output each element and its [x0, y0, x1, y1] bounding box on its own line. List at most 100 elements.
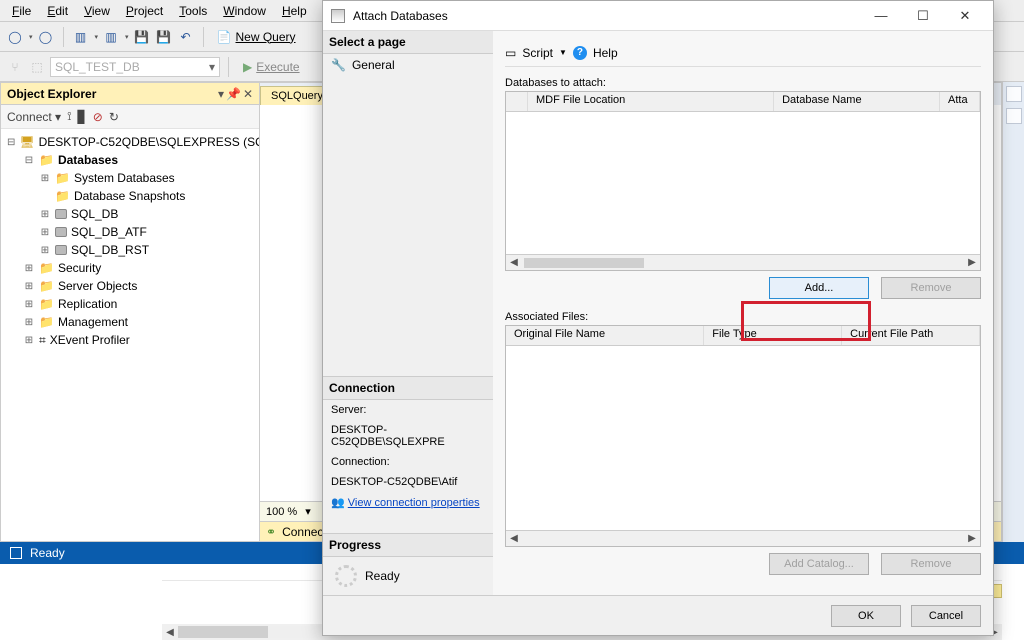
- help-button[interactable]: Help: [593, 46, 618, 60]
- scroll-left-arrow[interactable]: ◀: [162, 627, 178, 638]
- grid2-hscroll[interactable]: ◀▶: [506, 530, 980, 546]
- attach-databases-dialog: Attach Databases — ☐ ✕ Select a page 🔧 G…: [322, 0, 994, 636]
- new-file-button[interactable]: ▥: [72, 28, 90, 46]
- progress-value: Ready: [365, 569, 400, 583]
- associated-files-grid[interactable]: Original File Name File Type Current Fil…: [505, 325, 981, 547]
- scroll-thumb[interactable]: [178, 626, 268, 638]
- dialog-title: Attach Databases: [353, 9, 448, 23]
- dropdown-icon[interactable]: ▾: [218, 87, 224, 101]
- remove-button[interactable]: Remove: [881, 277, 981, 299]
- tree-security[interactable]: ⊞📁Security: [1, 259, 259, 277]
- object-explorer-panel: Object Explorer ▾ 📌 ✕ Connect ▾ ⟟ ▊ ⊘ ↻ …: [0, 82, 260, 542]
- database-selector[interactable]: SQL_TEST_DB▾: [50, 57, 220, 77]
- forward-button[interactable]: ◯: [37, 28, 55, 46]
- zoom-level[interactable]: 100 %: [266, 506, 297, 518]
- gutter-item[interactable]: [1006, 86, 1022, 102]
- cancel-button[interactable]: Cancel: [911, 605, 981, 627]
- menu-help[interactable]: Help: [274, 2, 315, 20]
- col-dbname[interactable]: Database Name: [774, 92, 940, 111]
- progress-header: Progress: [323, 533, 493, 557]
- tree-db-atf[interactable]: ⊞SQL_DB_ATF: [1, 223, 259, 241]
- page-general[interactable]: 🔧 General: [323, 54, 493, 76]
- col-orig[interactable]: Original File Name: [506, 326, 704, 345]
- add-catalog-button[interactable]: Add Catalog...: [769, 553, 869, 575]
- col-curpath[interactable]: Current File Path: [842, 326, 980, 345]
- menu-project[interactable]: Project: [118, 2, 171, 20]
- connect-button[interactable]: Connect ▾: [7, 110, 61, 124]
- open-button[interactable]: ▥: [102, 28, 120, 46]
- play-icon: ▶: [243, 60, 252, 74]
- col-ftype[interactable]: File Type: [704, 326, 842, 345]
- connection-value: DESKTOP-C52QDBE\Atif: [323, 472, 493, 492]
- status-text: Ready: [30, 546, 65, 560]
- tree-system-databases[interactable]: ⊞📁System Databases: [1, 169, 259, 187]
- dialog-footer: OK Cancel: [323, 595, 993, 635]
- tree-db-rst[interactable]: ⊞SQL_DB_RST: [1, 241, 259, 259]
- undo-button[interactable]: ↶: [177, 28, 195, 46]
- right-toolbox-gutter: [1002, 82, 1024, 542]
- sync-icon[interactable]: ↻: [109, 110, 119, 124]
- maximize-button[interactable]: ☐: [903, 4, 943, 28]
- gutter-item[interactable]: [1006, 108, 1022, 124]
- script-button[interactable]: Script: [522, 46, 553, 60]
- menu-edit[interactable]: Edit: [39, 2, 76, 20]
- back-button[interactable]: ◯: [6, 28, 24, 46]
- grid1-hscroll[interactable]: ◀▶: [506, 254, 980, 270]
- close-button[interactable]: ✕: [945, 4, 985, 28]
- new-query-icon: 📄: [217, 30, 232, 44]
- object-tree[interactable]: ⊟🖥DESKTOP-C52QDBE\SQLEXPRESS (SQL ⊟📁Data…: [1, 129, 259, 541]
- spinner-icon: [335, 565, 357, 587]
- tree-server-node[interactable]: ⊟🖥DESKTOP-C52QDBE\SQLEXPRESS (SQL: [1, 133, 259, 151]
- close-icon[interactable]: ✕: [243, 87, 253, 101]
- remove-file-button[interactable]: Remove: [881, 553, 981, 575]
- select-page-header: Select a page: [323, 31, 493, 54]
- ok-button[interactable]: OK: [831, 605, 901, 627]
- tree-xevent[interactable]: ⊞⌗XEvent Profiler: [1, 331, 259, 349]
- server-value: DESKTOP-C52QDBE\SQLEXPRE: [323, 420, 493, 452]
- col-attach[interactable]: Atta: [940, 92, 980, 111]
- connection-header: Connection: [323, 376, 493, 400]
- databases-to-attach-label: Databases to attach:: [505, 77, 981, 89]
- stop-icon[interactable]: ⊘: [93, 110, 103, 124]
- grid1-header: MDF File Location Database Name Atta: [506, 92, 980, 112]
- menu-tools[interactable]: Tools: [171, 2, 215, 20]
- col-mdf[interactable]: MDF File Location: [528, 92, 774, 111]
- script-dropdown[interactable]: ▼: [559, 48, 567, 57]
- wrench-icon: 🔧: [331, 58, 346, 72]
- object-explorer-title: Object Explorer ▾ 📌 ✕: [1, 83, 259, 105]
- server-label: Server:: [323, 400, 493, 420]
- filter-icon[interactable]: ⟟: [67, 109, 71, 124]
- save-button[interactable]: 💾: [133, 28, 151, 46]
- pin-icon[interactable]: 📌: [226, 87, 241, 101]
- grid2-header: Original File Name File Type Current Fil…: [506, 326, 980, 346]
- database-icon: [55, 245, 67, 255]
- view-connection-link[interactable]: 👥 View connection properties: [323, 492, 493, 513]
- progress-row: Ready: [323, 557, 493, 595]
- object-explorer-toolbar: Connect ▾ ⟟ ▊ ⊘ ↻: [1, 105, 259, 129]
- save-all-button[interactable]: 💾: [155, 28, 173, 46]
- tree-server-objects[interactable]: ⊞📁Server Objects: [1, 277, 259, 295]
- tree-db-snapshots[interactable]: 📁Database Snapshots: [1, 187, 259, 205]
- tree-management[interactable]: ⊞📁Management: [1, 313, 259, 331]
- databases-to-attach-grid[interactable]: MDF File Location Database Name Atta ◀▶: [505, 91, 981, 271]
- new-query-button[interactable]: 📄 New Query: [212, 27, 301, 47]
- connect-icon: ⚭: [266, 525, 276, 539]
- associated-files-label: Associated Files:: [505, 311, 981, 323]
- script-icon: ▭: [505, 46, 516, 60]
- refresh-icon[interactable]: ▊: [78, 110, 87, 124]
- tree-replication[interactable]: ⊞📁Replication: [1, 295, 259, 313]
- add-button[interactable]: Add...: [769, 277, 869, 299]
- menu-view[interactable]: View: [76, 2, 118, 20]
- minimize-button[interactable]: —: [861, 4, 901, 28]
- tree-db-sqldb[interactable]: ⊞SQL_DB: [1, 205, 259, 223]
- script-help-row: ▭ Script ▼ ? Help: [505, 39, 981, 67]
- dialog-right-pane: ▭ Script ▼ ? Help Databases to attach: M…: [493, 31, 993, 595]
- dialog-titlebar[interactable]: Attach Databases — ☐ ✕: [323, 1, 993, 31]
- menu-window[interactable]: Window: [215, 2, 274, 20]
- execute-button[interactable]: ▶ Execute: [237, 58, 306, 76]
- graph-icon[interactable]: ⬚: [28, 58, 46, 76]
- tree-databases[interactable]: ⊟📁Databases: [1, 151, 259, 169]
- dialog-left-pane: Select a page 🔧 General Connection Serve…: [323, 31, 493, 595]
- menu-file[interactable]: File: [4, 2, 39, 20]
- branch-icon[interactable]: ⑂: [6, 58, 24, 76]
